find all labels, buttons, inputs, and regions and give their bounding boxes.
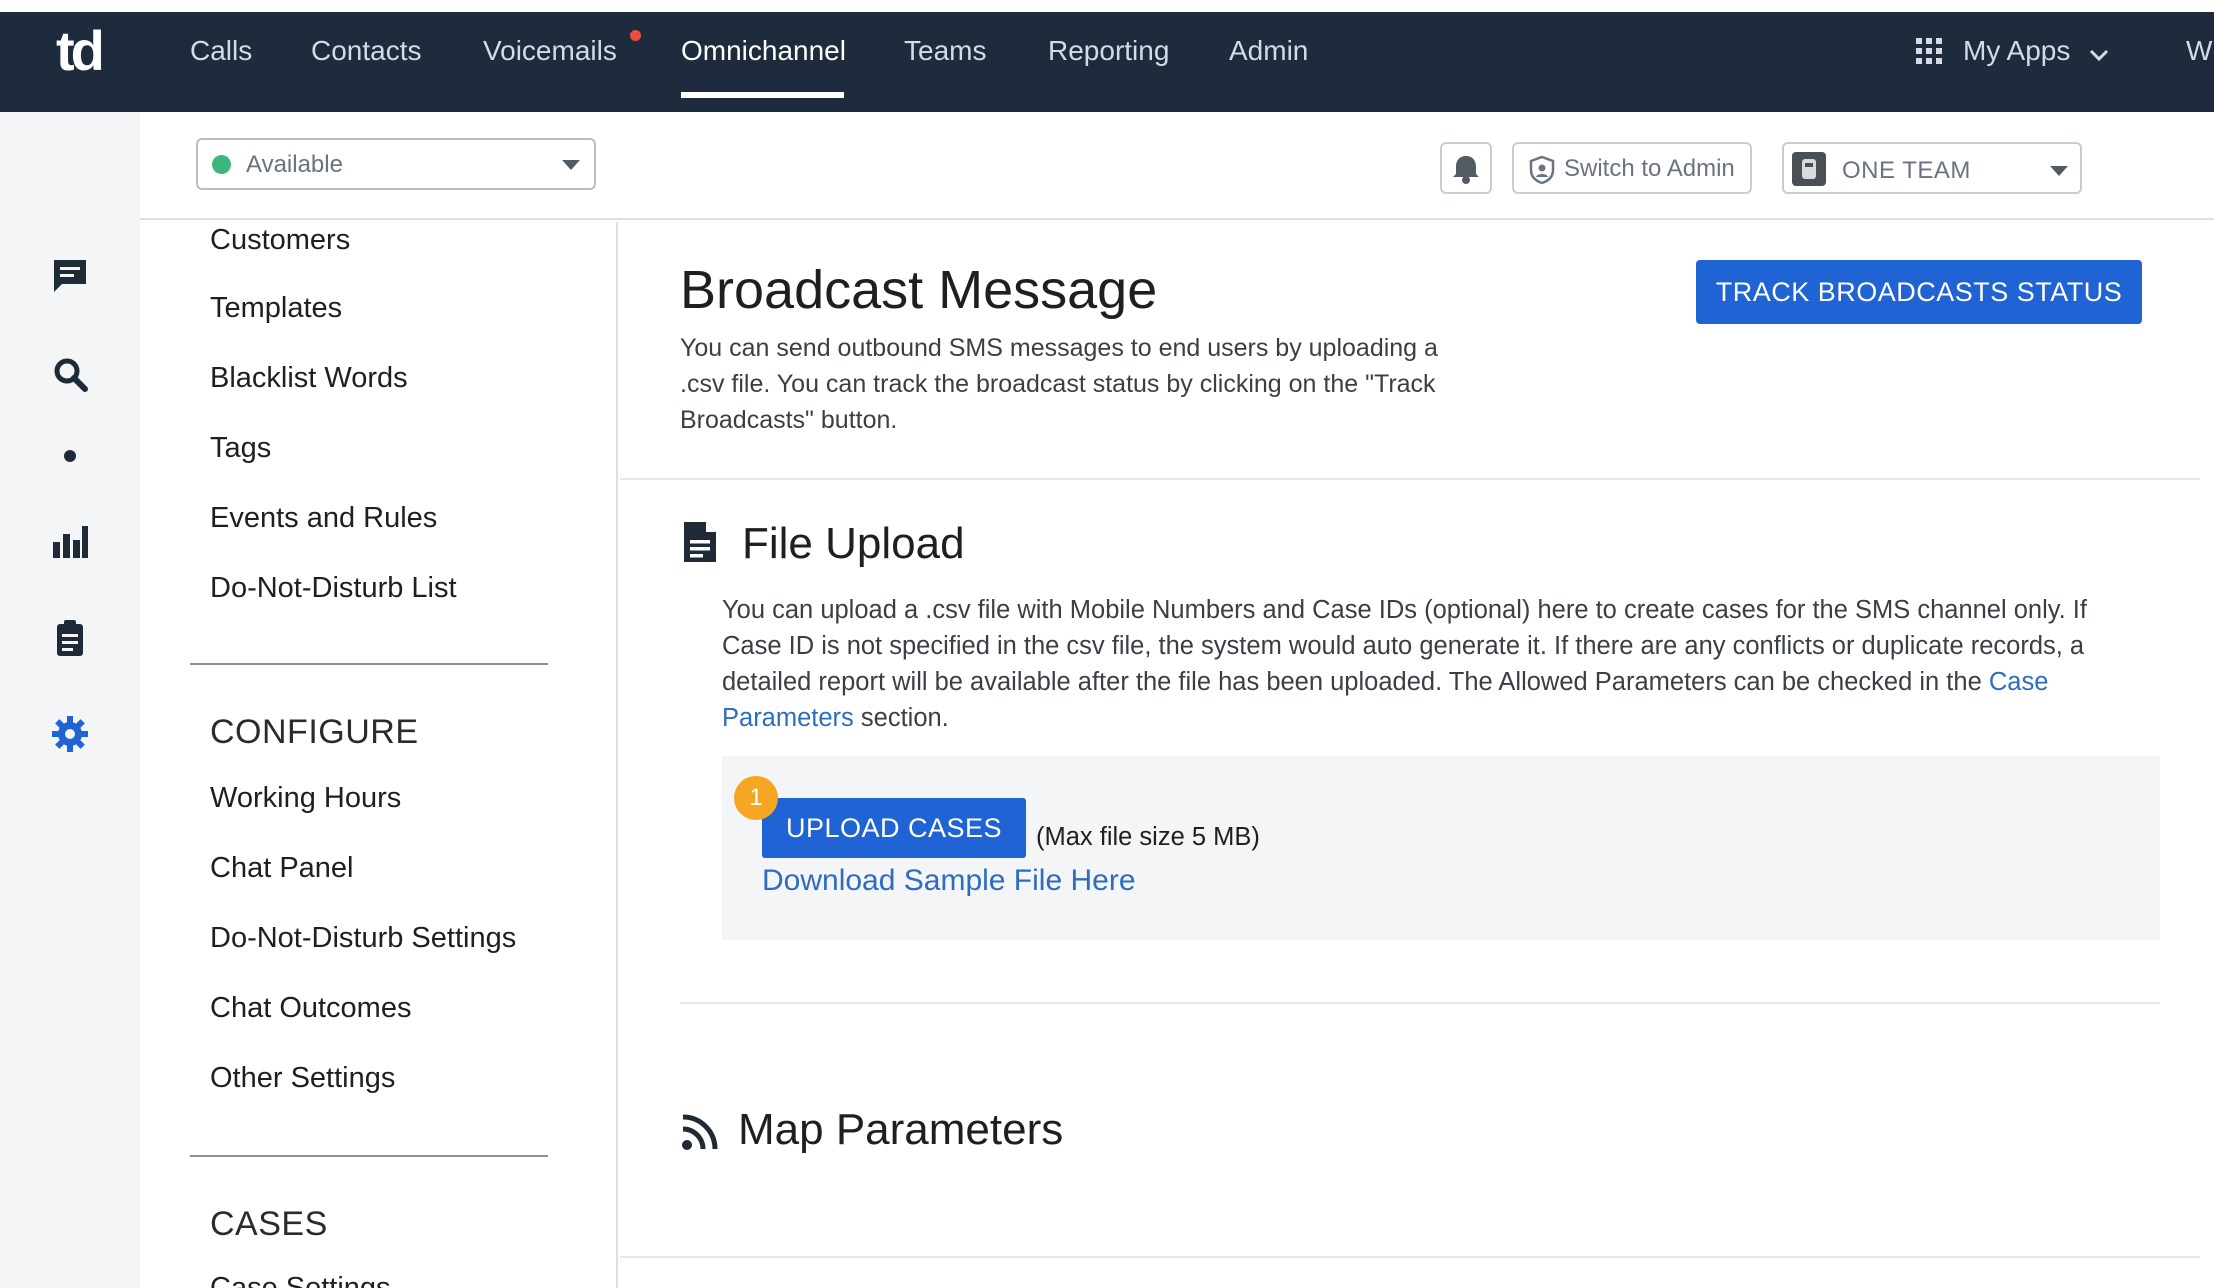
section-divider [680, 1002, 2160, 1004]
status-value: Available [246, 151, 343, 178]
agent-status-select[interactable]: Available [196, 138, 596, 190]
bell-icon [1453, 156, 1479, 184]
shield-user-icon [1529, 155, 1555, 185]
upload-cases-button[interactable]: UPLOAD CASES [762, 798, 1026, 858]
nav-admin[interactable]: Admin [1229, 34, 1308, 68]
chevron-down-icon [562, 160, 580, 170]
menu-item-case-settings[interactable]: Case Settings [210, 1270, 391, 1288]
settings-side-menu: Customers Templates Blacklist Words Tags… [140, 222, 618, 1288]
download-sample-file-link[interactable]: Download Sample File Here [762, 862, 1136, 900]
status-indicator-dot [212, 155, 231, 174]
switch-to-admin-button[interactable]: Switch to Admin [1512, 142, 1752, 194]
menu-item-tags[interactable]: Tags [210, 430, 271, 466]
nav-omnichannel[interactable]: Omnichannel [681, 34, 846, 68]
nav-voicemails[interactable]: Voicemails [483, 34, 617, 68]
section-divider [620, 478, 2200, 480]
nav-teams[interactable]: Teams [904, 34, 986, 68]
menu-item-events-and-rules[interactable]: Events and Rules [210, 500, 437, 536]
max-file-size-note: (Max file size 5 MB) [1036, 823, 1260, 851]
menu-item-customers[interactable]: Customers [210, 222, 350, 258]
menu-item-chat-outcomes[interactable]: Chat Outcomes [210, 990, 411, 1026]
switch-to-admin-label: Switch to Admin [1564, 155, 1735, 182]
app-logo[interactable]: td [56, 22, 118, 80]
file-upload-description: You can upload a .csv file with Mobile N… [722, 592, 2142, 736]
file-upload-title: File Upload [742, 519, 965, 568]
menu-divider [190, 1155, 548, 1157]
voicemail-notification-dot [630, 30, 641, 41]
settings-gear-icon[interactable] [50, 714, 90, 754]
top-strip [0, 0, 2214, 12]
nav-calls[interactable]: Calls [190, 34, 252, 68]
dot-icon[interactable] [50, 436, 90, 476]
document-icon [684, 522, 716, 562]
menu-item-dnd-list[interactable]: Do-Not-Disturb List [210, 570, 457, 606]
team-avatar [1792, 152, 1826, 186]
menu-item-working-hours[interactable]: Working Hours [210, 780, 401, 816]
bar-chart-icon[interactable] [50, 522, 90, 562]
menu-item-blacklist-words[interactable]: Blacklist Words [210, 360, 408, 396]
menu-divider [190, 663, 548, 665]
team-logo-icon [1802, 159, 1816, 179]
apps-grid-icon[interactable] [1916, 38, 1942, 64]
menu-heading-configure: CONFIGURE [210, 713, 419, 751]
my-apps-menu[interactable]: My Apps [1963, 34, 2070, 68]
team-value: ONE TEAM [1842, 157, 1971, 184]
nav-contacts[interactable]: Contacts [311, 34, 422, 68]
chevron-down-icon[interactable] [2088, 48, 2110, 62]
page-description: You can send outbound SMS messages to en… [680, 334, 1438, 434]
menu-item-chat-panel[interactable]: Chat Panel [210, 850, 354, 886]
search-icon[interactable] [50, 354, 90, 394]
file-upload-description-text: You can upload a .csv file with Mobile N… [722, 596, 2087, 696]
notifications-button[interactable] [1440, 142, 1492, 194]
chevron-down-icon [2050, 166, 2068, 176]
menu-item-dnd-settings[interactable]: Do-Not-Disturb Settings [210, 920, 516, 956]
file-upload-description-end: section. [853, 704, 949, 732]
team-select[interactable]: ONE TEAM [1782, 142, 2082, 194]
menu-item-other-settings[interactable]: Other Settings [210, 1060, 395, 1096]
menu-heading-cases: CASES [210, 1205, 328, 1243]
clipboard-icon[interactable] [50, 618, 90, 658]
track-broadcasts-status-button[interactable]: TRACK BROADCASTS STATUS [1696, 260, 2142, 324]
page-title: Broadcast Message [680, 260, 1158, 320]
nav-reporting[interactable]: Reporting [1048, 34, 1169, 68]
nav-truncated-item[interactable]: W [2186, 34, 2212, 68]
section-divider [620, 1256, 2200, 1258]
active-tab-indicator [681, 92, 844, 98]
map-parameters-title: Map Parameters [738, 1105, 1064, 1154]
step-badge: 1 [734, 776, 778, 820]
rss-feed-icon [682, 1114, 718, 1150]
chat-icon[interactable] [50, 256, 90, 296]
menu-item-templates[interactable]: Templates [210, 290, 342, 326]
